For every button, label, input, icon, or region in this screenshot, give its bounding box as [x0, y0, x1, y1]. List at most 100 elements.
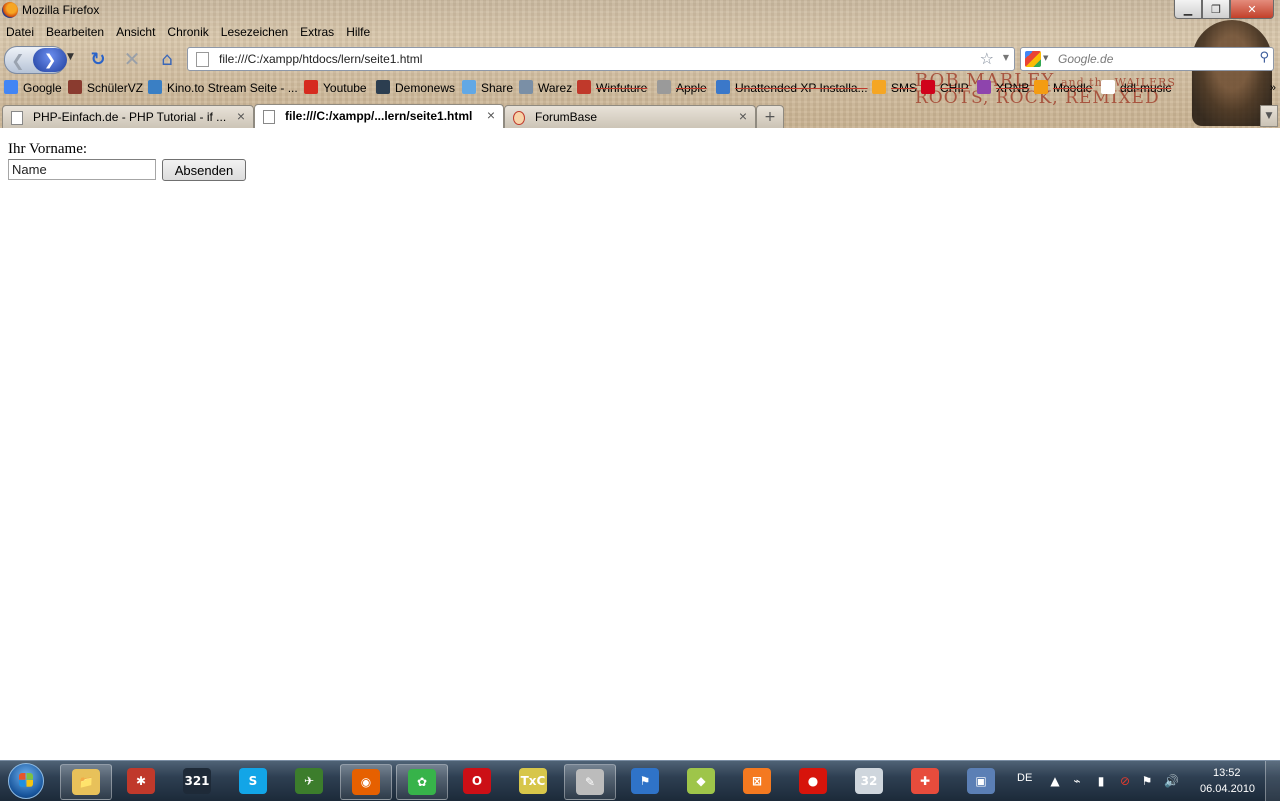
- firefox-icon: ◉: [352, 769, 380, 795]
- history-dropdown-icon[interactable]: ▼: [67, 52, 74, 62]
- tab-label: PHP-Einfach.de - PHP Tutorial - if ...: [33, 110, 227, 124]
- xampp-icon: ⊠: [743, 768, 771, 794]
- bookmark-icon: [304, 80, 318, 94]
- reload-icon[interactable]: ↻: [87, 48, 109, 70]
- system-tray: DE ▲ ⌁ ▮ ⊘ ⚑ 🔊 13:52 06.04.2010: [1010, 761, 1280, 801]
- taskbar-explorer[interactable]: 📁: [60, 764, 112, 800]
- bookmarks-overflow-button[interactable]: »: [1270, 78, 1276, 98]
- tab-forumbase[interactable]: ForumBase ×: [504, 105, 756, 128]
- search-bar[interactable]: ▼ Google.de ⚲: [1020, 47, 1274, 71]
- windows-logo-icon: [8, 763, 44, 799]
- menu-chronik[interactable]: Chronik: [161, 23, 214, 41]
- title-bar[interactable]: Mozilla Firefox ▁ ❐ ✕: [0, 0, 1280, 20]
- bookmark-label: SMS: [891, 81, 918, 95]
- taskbar-xampp[interactable]: ⊠: [732, 764, 782, 798]
- forward-button[interactable]: ❯: [33, 48, 67, 72]
- taskbar-firefox[interactable]: ◉: [340, 764, 392, 800]
- taskbar-icq[interactable]: ✿: [396, 764, 448, 800]
- url-bar[interactable]: file:///C:/xampp/htdocs/lern/seite1.html…: [187, 47, 1015, 71]
- maximize-button[interactable]: ❐: [1202, 0, 1230, 19]
- show-hidden-icons-icon[interactable]: ▲: [1048, 774, 1062, 788]
- bookmark-icon: [1101, 80, 1115, 94]
- bookmark-label: XRNB: [996, 81, 1030, 95]
- taskbar-skype[interactable]: S: [228, 764, 278, 798]
- search-icon[interactable]: ⚲: [1259, 50, 1269, 65]
- network-signal-icon[interactable]: ▮: [1094, 774, 1108, 788]
- bookmark-item[interactable]: Unattended XP Installa...: [716, 78, 868, 98]
- url-text[interactable]: file:///C:/xampp/htdocs/lern/seite1.html: [219, 52, 422, 66]
- menu-datei[interactable]: Datei: [0, 23, 40, 41]
- bookmark-item[interactable]: Apple: [657, 78, 707, 98]
- bookmark-icon: [872, 80, 886, 94]
- menu-ansicht[interactable]: Ansicht: [110, 23, 161, 41]
- search-placeholder[interactable]: Google.de: [1058, 52, 1113, 66]
- taskbar-app-box-32[interactable]: 32: [844, 764, 894, 798]
- power-icon[interactable]: ⌁: [1070, 774, 1084, 788]
- bookmark-star-icon[interactable]: ☆: [980, 49, 994, 68]
- language-indicator[interactable]: DE: [1017, 772, 1032, 784]
- url-dropdown-icon[interactable]: ▼: [1003, 53, 1009, 62]
- tab-php-einfach[interactable]: PHP-Einfach.de - PHP Tutorial - if ... ×: [2, 105, 254, 128]
- google-icon[interactable]: [1025, 51, 1041, 67]
- bookmark-item[interactable]: Demonews: [376, 78, 455, 98]
- media-player-icon: 321: [183, 768, 211, 794]
- bookmark-item[interactable]: ddl-music: [1101, 78, 1171, 98]
- taskbar-app-red-apple[interactable]: ●: [788, 764, 838, 798]
- close-tab-icon[interactable]: ×: [739, 108, 747, 124]
- firstname-input[interactable]: [8, 159, 156, 180]
- bookmark-item[interactable]: Moodle: [1034, 78, 1092, 98]
- taskbar-media-player[interactable]: 321: [172, 764, 222, 798]
- start-button[interactable]: [4, 762, 48, 800]
- bookmark-item[interactable]: Winfuture: [577, 78, 647, 98]
- bookmark-item[interactable]: XRNB: [977, 78, 1029, 98]
- bookmark-item[interactable]: SMS: [872, 78, 917, 98]
- close-tab-icon[interactable]: ×: [237, 108, 245, 124]
- close-tab-icon[interactable]: ×: [487, 107, 495, 123]
- tab-list-dropdown-icon[interactable]: ▼: [1260, 105, 1278, 127]
- antivirus-icon[interactable]: ⊘: [1118, 774, 1132, 788]
- tab-label: file:///C:/xampp/...lern/seite1.html: [285, 109, 473, 123]
- close-button[interactable]: ✕: [1230, 0, 1274, 19]
- taskbar-texniccenter[interactable]: TxC: [508, 764, 558, 798]
- explorer-icon: 📁: [72, 769, 100, 795]
- submit-button[interactable]: Absenden: [162, 159, 246, 181]
- action-center-flag-icon[interactable]: ⚑: [1140, 774, 1154, 788]
- home-icon[interactable]: ⌂: [156, 48, 178, 70]
- taskbar-app-multicolor[interactable]: ✚: [900, 764, 950, 798]
- taskbar-app-blue-flag[interactable]: ⚑: [620, 764, 670, 798]
- new-tab-button[interactable]: +: [756, 105, 784, 128]
- clock-time[interactable]: 13:52: [1213, 767, 1241, 779]
- menu-hilfe[interactable]: Hilfe: [340, 23, 376, 41]
- stop-icon[interactable]: ✕: [121, 47, 143, 71]
- bookmark-item[interactable]: Kino.to Stream Seite - ...: [148, 78, 298, 98]
- clock-date[interactable]: 06.04.2010: [1200, 783, 1255, 795]
- bookmark-item[interactable]: Youtube: [304, 78, 367, 98]
- taskbar-editor[interactable]: ✎: [564, 764, 616, 800]
- menu-lesezeichen[interactable]: Lesezeichen: [215, 23, 294, 41]
- bookmark-item[interactable]: Share: [462, 78, 513, 98]
- app-multicolor-icon: ✚: [911, 768, 939, 794]
- volume-icon[interactable]: 🔊: [1164, 774, 1179, 788]
- taskbar-app-red-star[interactable]: ✱: [116, 764, 166, 798]
- menu-extras[interactable]: Extras: [294, 23, 340, 41]
- taskbar-app-yellow-green[interactable]: ◆: [676, 764, 726, 798]
- taskbar-app-blue-window[interactable]: ▣: [956, 764, 1006, 798]
- app-green-yellow-icon: ✈: [295, 768, 323, 794]
- taskbar-app-green-yellow[interactable]: ✈: [284, 764, 334, 798]
- tab-seite1[interactable]: file:///C:/xampp/...lern/seite1.html ×: [254, 104, 504, 128]
- minimize-button[interactable]: ▁: [1174, 0, 1202, 19]
- taskbar-opera[interactable]: O: [452, 764, 502, 798]
- bookmark-item[interactable]: SchülerVZ: [68, 78, 143, 98]
- menu-bearbeiten[interactable]: Bearbeiten: [40, 23, 110, 41]
- back-button[interactable]: ❮: [5, 47, 31, 73]
- bookmark-icon: [4, 80, 18, 94]
- show-desktop-button[interactable]: [1265, 761, 1280, 801]
- bookmark-item[interactable]: Warez: [519, 78, 572, 98]
- search-engine-dropdown-icon[interactable]: ▼: [1043, 54, 1048, 62]
- bookmark-item[interactable]: CHIP: [921, 78, 969, 98]
- bookmark-item[interactable]: Google: [4, 78, 62, 98]
- texniccenter-icon: TxC: [519, 768, 547, 794]
- taskbar: 📁 ✱ 321 S ✈ ◉ ✿ O TxC ✎ ⚑ ◆ ⊠ ● 32 ✚ ▣ DE ▲ ⌁ ▮ ⊘ ⚑ 🔊 13…: [0, 760, 1280, 801]
- bookmark-icon: [376, 80, 390, 94]
- firstname-label: Ihr Vorname:: [8, 141, 88, 157]
